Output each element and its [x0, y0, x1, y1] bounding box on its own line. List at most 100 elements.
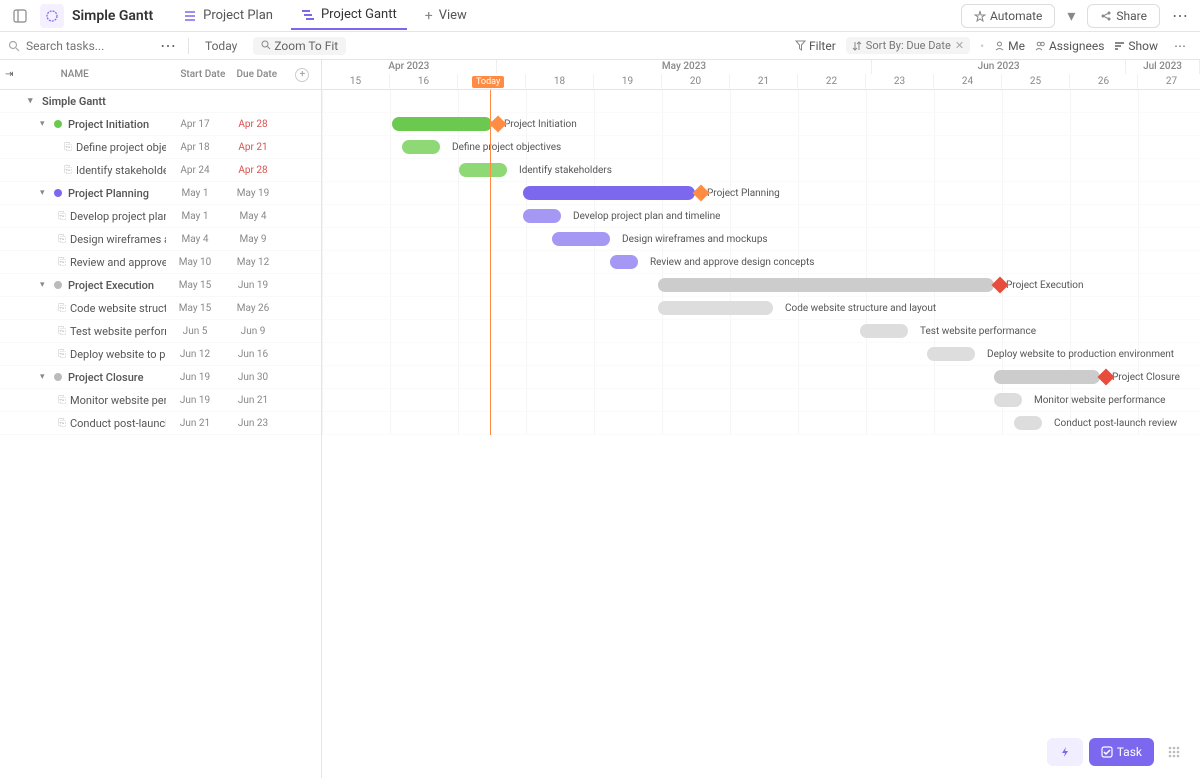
task-row[interactable]: ▾Project PlanningMay 1May 19	[0, 182, 321, 205]
task-row[interactable]: ⎘Define project objectivesApr 18Apr 21	[0, 136, 321, 159]
start-date[interactable]: Apr 24	[166, 165, 224, 176]
expand-sidebar-icon[interactable]: ⇥	[0, 63, 19, 87]
tab-add-view[interactable]: + View	[415, 2, 477, 30]
due-date[interactable]: Jun 19	[224, 280, 282, 291]
task-row[interactable]: ⎘Monitor website performanceJun 19Jun 21	[0, 389, 321, 412]
list-icon	[183, 9, 197, 23]
gantt-bar[interactable]: Conduct post-launch review	[1014, 416, 1042, 430]
gantt-bar[interactable]: Project Closure	[994, 370, 1100, 384]
month-header: May 2023	[497, 60, 872, 74]
due-date[interactable]: Jun 23	[224, 418, 282, 429]
start-date[interactable]: May 4	[166, 234, 224, 245]
collapse-icon[interactable]: ▾	[40, 280, 50, 290]
sort-pill[interactable]: Sort By: Due Date✕	[846, 37, 970, 54]
gantt-bar[interactable]: Project Initiation	[392, 117, 492, 131]
task-row[interactable]: ⎘Review and approve design conceptsMay 1…	[0, 251, 321, 274]
me-button[interactable]: Me	[994, 39, 1025, 53]
task-row[interactable]: ⎘Test website performanceJun 5Jun 9	[0, 320, 321, 343]
more-icon[interactable]: ⋯	[1168, 4, 1192, 28]
start-date[interactable]: May 1	[166, 211, 224, 222]
day-header: 27	[1138, 74, 1200, 89]
task-row[interactable]: ⎘Conduct post-launch reviewJun 21Jun 23	[0, 412, 321, 435]
task-row[interactable]: ⎘Code website structure and layoutMay 15…	[0, 297, 321, 320]
status-dot	[54, 189, 62, 197]
gantt-bar[interactable]: Deploy website to production environment	[927, 347, 975, 361]
show-button[interactable]: Show	[1114, 39, 1158, 53]
due-date[interactable]: Apr 28	[224, 119, 282, 130]
gantt-bar[interactable]: Review and approve design concepts	[610, 255, 638, 269]
start-date[interactable]: Jun 5	[166, 326, 224, 337]
start-date[interactable]: May 15	[166, 280, 224, 291]
due-date[interactable]: May 26	[224, 303, 282, 314]
due-date[interactable]: Jun 30	[224, 372, 282, 383]
start-date[interactable]: Jun 19	[166, 395, 224, 406]
task-row[interactable]: ⎘Deploy website to production environmen…	[0, 343, 321, 366]
automate-button[interactable]: Automate	[961, 4, 1055, 28]
due-date[interactable]: Apr 28	[224, 165, 282, 176]
filter-button[interactable]: Filter	[795, 39, 836, 53]
gantt-bar[interactable]: Design wireframes and mockups	[552, 232, 610, 246]
due-date[interactable]: Jun 9	[224, 326, 282, 337]
sort-clear-icon[interactable]: ✕	[955, 39, 964, 52]
gantt-bar[interactable]: Monitor website performance	[994, 393, 1022, 407]
bar-label: Identify stakeholders	[513, 165, 612, 176]
bar-label: Code website structure and layout	[779, 303, 936, 314]
today-button[interactable]: Today	[197, 37, 245, 55]
automate-dropdown-icon[interactable]: ▾	[1063, 4, 1079, 28]
task-row[interactable]: ⎘Identify stakeholdersApr 24Apr 28	[0, 159, 321, 182]
zoom-fit-button[interactable]: Zoom To Fit	[253, 37, 346, 55]
tab-project-gantt[interactable]: Project Gantt	[291, 1, 407, 30]
collapse-icon[interactable]: ▾	[40, 188, 50, 198]
start-date[interactable]: May 1	[166, 188, 224, 199]
tab-project-plan[interactable]: Project Plan	[173, 2, 283, 29]
start-date[interactable]: Apr 18	[166, 142, 224, 153]
sidebar-toggle-icon[interactable]	[8, 4, 32, 28]
gantt-bar[interactable]: Define project objectives	[402, 140, 440, 154]
collapse-icon[interactable]: ▾	[40, 119, 50, 129]
gantt-bar[interactable]: Test website performance	[860, 324, 908, 338]
task-row[interactable]: ⎘Design wireframes and mockupsMay 4May 9	[0, 228, 321, 251]
task-sidebar: ⇥ NAME Start Date Due Date + ▾Simple Gan…	[0, 60, 322, 778]
gantt-bar[interactable]: Project Planning	[523, 186, 695, 200]
gantt-bar[interactable]: Identify stakeholders	[459, 163, 507, 177]
due-date[interactable]: May 9	[224, 234, 282, 245]
search-input[interactable]	[26, 39, 126, 53]
gantt-bar[interactable]: Project Execution	[658, 278, 994, 292]
add-column-button[interactable]: +	[284, 68, 321, 82]
task-row[interactable]: ⎘Develop project plan and timelineMay 1M…	[0, 205, 321, 228]
tab-label: Project Plan	[203, 8, 273, 23]
due-date[interactable]: May 12	[224, 257, 282, 268]
due-date[interactable]: Apr 21	[224, 142, 282, 153]
share-button[interactable]: Share	[1087, 4, 1160, 28]
start-date[interactable]: May 10	[166, 257, 224, 268]
collapse-icon[interactable]: ▾	[40, 372, 50, 382]
gantt-bar[interactable]: Develop project plan and timeline	[523, 209, 561, 223]
start-date[interactable]: Apr 17	[166, 119, 224, 130]
gantt-bar[interactable]: Code website structure and layout	[658, 301, 773, 315]
task-row[interactable]: ▾Simple Gantt	[0, 90, 321, 113]
start-date[interactable]: Jun 21	[166, 418, 224, 429]
start-date[interactable]: Jun 12	[166, 349, 224, 360]
quick-action-button[interactable]	[1047, 738, 1083, 766]
start-date[interactable]: Jun 19	[166, 372, 224, 383]
due-date[interactable]: May 4	[224, 211, 282, 222]
task-row[interactable]: ▾Project InitiationApr 17Apr 28	[0, 113, 321, 136]
due-date[interactable]: Jun 16	[224, 349, 282, 360]
task-row[interactable]: ▾Project ExecutionMay 15Jun 19	[0, 274, 321, 297]
task-row[interactable]: ▾Project ClosureJun 19Jun 30	[0, 366, 321, 389]
toolbar-more-icon[interactable]: ⋯	[1168, 34, 1192, 58]
due-date[interactable]: May 19	[224, 188, 282, 199]
start-date[interactable]: May 15	[166, 303, 224, 314]
search-options-icon[interactable]: ⋯	[156, 34, 180, 58]
apps-grid-icon[interactable]	[1160, 738, 1188, 766]
gantt-chart[interactable]: Apr 2023May 2023Jun 2023Jul 2023 1516171…	[322, 60, 1200, 778]
new-task-button[interactable]: Task	[1089, 738, 1154, 766]
due-date[interactable]: Jun 21	[224, 395, 282, 406]
collapse-icon[interactable]: ▾	[28, 96, 38, 106]
assignees-button[interactable]: Assignees	[1035, 39, 1104, 53]
gantt-row: Identify stakeholders	[322, 159, 1200, 182]
today-marker: Today	[490, 90, 491, 435]
users-icon	[1035, 40, 1046, 51]
bar-label: Project Planning	[701, 188, 780, 199]
app-icon[interactable]	[40, 4, 64, 28]
